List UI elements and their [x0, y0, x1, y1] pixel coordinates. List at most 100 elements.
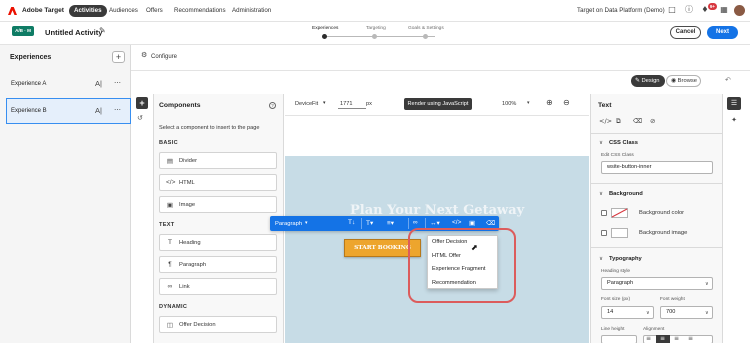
edit-pencil-icon[interactable]: ✎: [99, 27, 106, 35]
feedback-icon[interactable]: □: [667, 6, 677, 16]
component-divider[interactable]: ▤ Divider: [159, 152, 277, 169]
duplicate-icon[interactable]: ⧉: [616, 118, 621, 125]
chevron-down-icon[interactable]: ∨: [646, 310, 650, 316]
browse-toggle[interactable]: ◉ Browse: [666, 75, 701, 87]
component-offer-decision[interactable]: ◫ Offer Decision: [159, 316, 277, 333]
more-options-icon[interactable]: ⋯: [114, 79, 121, 87]
more-options-icon[interactable]: ⋯: [114, 106, 121, 114]
history-icon[interactable]: ↺: [137, 115, 143, 122]
align-icon[interactable]: ≡▾: [387, 219, 394, 227]
bg-color-checkbox[interactable]: [601, 210, 607, 216]
design-label: Design: [641, 78, 660, 84]
line-height-label: Line height: [601, 327, 625, 332]
save-icon[interactable]: ▣: [469, 219, 475, 227]
chevron-down-icon[interactable]: ∨: [705, 310, 709, 316]
heading-style-select[interactable]: Paragraph: [601, 277, 713, 290]
cancel-button[interactable]: Cancel: [670, 26, 701, 39]
configure-link[interactable]: Configure: [151, 54, 177, 60]
width-input[interactable]: 1771: [338, 99, 366, 109]
gear-icon[interactable]: ⚙: [141, 52, 147, 59]
nav-audiences[interactable]: Audiences: [104, 5, 143, 17]
step-dot-targeting: [372, 34, 377, 39]
step-goals-settings[interactable]: Goals & Settings: [408, 26, 444, 31]
insert-component-button[interactable]: +: [136, 97, 148, 109]
chevron-down-icon[interactable]: ▾: [323, 100, 326, 106]
delete-icon[interactable]: ⌫: [486, 219, 495, 227]
step-dot-goals: [423, 34, 428, 39]
css-class-section[interactable]: CSS Class: [609, 140, 638, 146]
properties-title: Text: [598, 102, 612, 109]
app-title[interactable]: Adobe Target: [22, 7, 64, 14]
align-left-icon[interactable]: ≡: [646, 336, 651, 342]
align-justify-icon[interactable]: ≡: [688, 336, 693, 342]
bg-image-checkbox[interactable]: [601, 230, 607, 236]
chevron-down-icon[interactable]: ∨: [705, 281, 709, 287]
component-heading[interactable]: T Heading: [159, 234, 277, 251]
nav-offers[interactable]: Offers: [141, 5, 168, 17]
add-experience-button[interactable]: +: [112, 51, 125, 63]
component-label: Link: [179, 284, 190, 290]
nav-activities[interactable]: Activities: [69, 5, 107, 17]
device-select[interactable]: Fit: [312, 101, 318, 107]
hide-icon[interactable]: ⊘: [650, 118, 655, 125]
divider: [590, 183, 722, 184]
help-icon[interactable]: ?: [269, 102, 276, 109]
element-type-select[interactable]: Paragraph: [275, 221, 302, 227]
chevron-down-icon[interactable]: ∨: [599, 256, 603, 262]
text-style-icon[interactable]: T▾: [366, 219, 373, 227]
zoom-out-icon[interactable]: ⊖: [563, 99, 570, 107]
next-button[interactable]: Next: [707, 26, 738, 39]
align-center-icon[interactable]: ≡: [660, 336, 665, 342]
zoom-in-icon[interactable]: ⊕: [546, 99, 553, 107]
highlight-annotation: [408, 228, 516, 303]
delete-icon[interactable]: ⌫: [633, 118, 642, 125]
right-rail: [722, 94, 750, 343]
paragraph-icon: ¶: [168, 261, 172, 268]
component-link[interactable]: ∞ Link: [159, 278, 277, 295]
insert-icon[interactable]: ↔▾: [430, 219, 440, 227]
code-icon[interactable]: </>: [452, 219, 461, 226]
step-experiences[interactable]: Experiences: [312, 26, 338, 31]
chevron-down-icon[interactable]: ▾: [527, 100, 530, 106]
apps-grid-icon[interactable]: ▦: [719, 6, 729, 16]
activity-title[interactable]: Untitled Activity: [45, 28, 103, 37]
workspace-selector[interactable]: Target on Data Platform (Demo): [577, 7, 665, 14]
nav-recommendations[interactable]: Recommendations: [169, 5, 231, 17]
chevron-down-icon[interactable]: ∨: [599, 140, 603, 146]
heading-icon: T: [168, 239, 172, 246]
component-html[interactable]: </> HTML: [159, 174, 277, 191]
design-toggle[interactable]: ✎ Design: [631, 75, 665, 87]
help-icon[interactable]: ⓘ: [684, 6, 694, 16]
nav-administration[interactable]: Administration: [227, 5, 276, 17]
background-section[interactable]: Background: [609, 191, 643, 197]
typography-section[interactable]: Typography: [609, 256, 642, 262]
component-label: Divider: [179, 158, 198, 164]
rename-ai-icon[interactable]: A|: [95, 106, 102, 115]
properties-icon[interactable]: ☰: [727, 97, 741, 110]
zoom-level[interactable]: 100%: [502, 101, 516, 107]
step-targeting[interactable]: Targeting: [366, 26, 386, 31]
css-class-input[interactable]: wsite-button-inner: [601, 161, 713, 174]
magic-wand-icon[interactable]: ✦: [727, 114, 741, 127]
bg-image-swatch[interactable]: [611, 228, 628, 238]
rename-ai-icon[interactable]: A|: [95, 79, 102, 88]
bg-image-label: Background image: [639, 230, 688, 236]
configure-bar: [131, 45, 750, 71]
render-javascript-button[interactable]: Render using JavaScript: [404, 98, 472, 110]
line-height-input[interactable]: [601, 335, 637, 343]
text-format-icon[interactable]: T↓: [348, 219, 355, 226]
component-paragraph[interactable]: ¶ Paragraph: [159, 256, 277, 273]
component-image[interactable]: ▣ Image: [159, 196, 277, 213]
avatar[interactable]: [734, 5, 745, 16]
link-icon[interactable]: ∞: [413, 219, 418, 226]
code-icon[interactable]: </>: [599, 118, 612, 125]
step-track: [324, 36, 435, 37]
align-right-icon[interactable]: ≡: [674, 336, 679, 342]
toolbar-divider: [408, 218, 409, 229]
bg-color-label: Background color: [639, 210, 685, 216]
component-label: Heading: [179, 240, 201, 246]
chevron-down-icon[interactable]: ▾: [305, 220, 308, 226]
chevron-down-icon[interactable]: ∨: [599, 191, 603, 197]
undo-icon[interactable]: ↶: [725, 77, 731, 84]
divider-icon: ▤: [166, 158, 174, 165]
